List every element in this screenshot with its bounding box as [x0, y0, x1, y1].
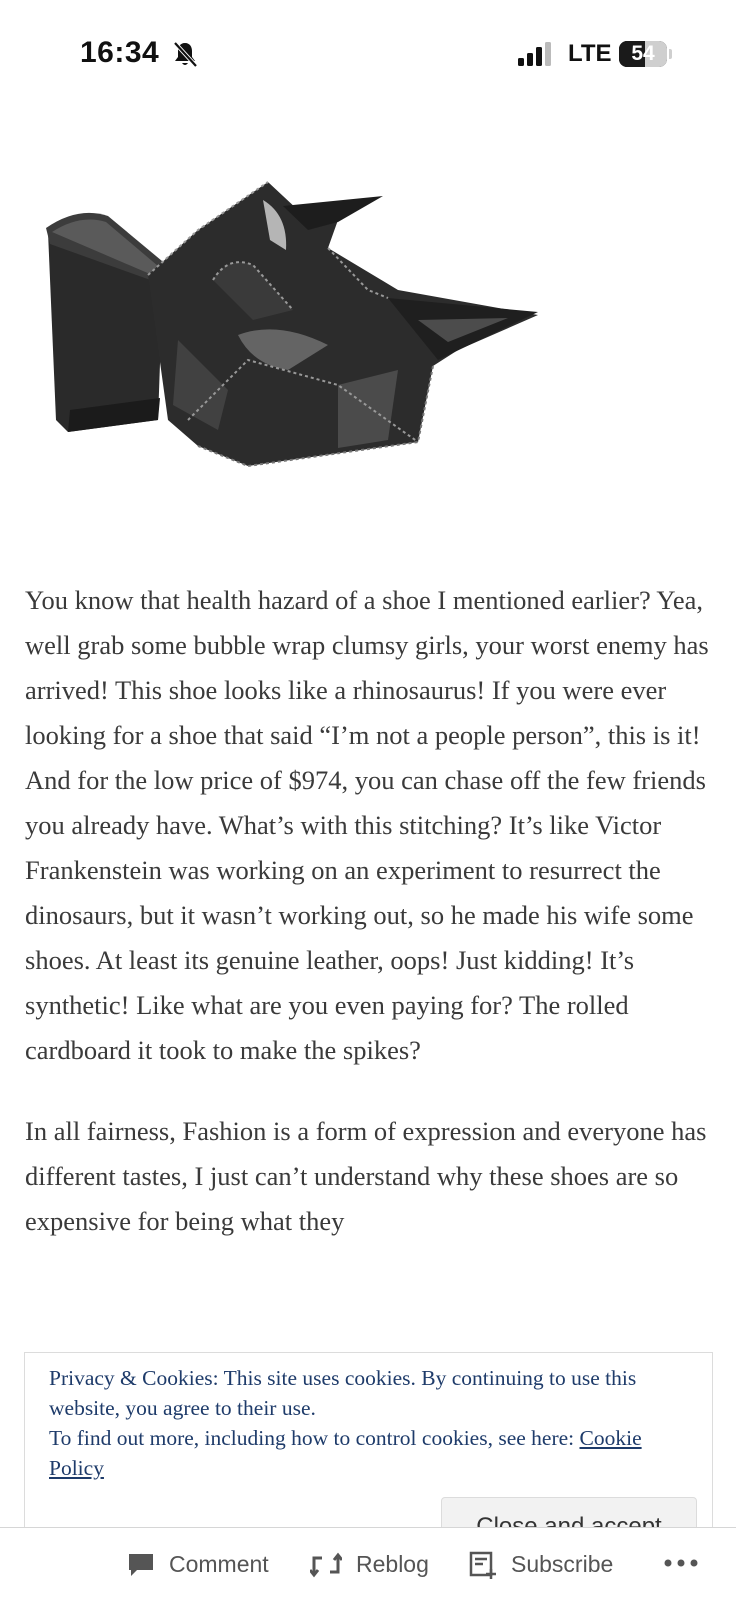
status-bar: 16:34 LTE 54	[0, 0, 736, 108]
comment-label: Comment	[169, 1551, 269, 1577]
subscribe-icon	[469, 1551, 496, 1579]
battery-level: 54	[631, 42, 655, 65]
article-paragraph: In all fairness, Fashion is a form of ex…	[25, 1116, 707, 1236]
reblog-label: Reblog	[356, 1551, 429, 1577]
network-type: LTE	[568, 40, 612, 67]
cookie-text: Privacy & Cookies: This site uses cookie…	[49, 1363, 698, 1483]
battery-tip	[669, 49, 672, 59]
reblog-icon	[310, 1552, 342, 1577]
battery-icon: 54	[619, 41, 667, 67]
status-time: 16:34	[80, 36, 160, 69]
cookie-notice-line2: To find out more, including how to contr…	[49, 1426, 580, 1450]
comment-button[interactable]: Comment	[127, 1528, 269, 1601]
article-paragraph: You know that health hazard of a shoe I …	[25, 585, 709, 1065]
cookie-notice-line1: Privacy & Cookies: This site uses cookie…	[49, 1366, 637, 1420]
subscribe-button[interactable]: Subscribe	[469, 1528, 613, 1601]
article-body: You know that health hazard of a shoe I …	[25, 578, 715, 1280]
reblog-button[interactable]: Reblog	[310, 1528, 429, 1601]
subscribe-label: Subscribe	[511, 1551, 614, 1577]
action-bar: Comment Reblog Subscribe	[0, 1527, 736, 1601]
cookie-banner: Privacy & Cookies: This site uses cookie…	[24, 1352, 713, 1557]
signal-icon	[518, 42, 551, 66]
more-options-icon[interactable]	[664, 1558, 698, 1568]
silent-bell-icon	[173, 41, 198, 68]
comment-icon	[129, 1553, 153, 1576]
shoe-image	[46, 181, 538, 468]
